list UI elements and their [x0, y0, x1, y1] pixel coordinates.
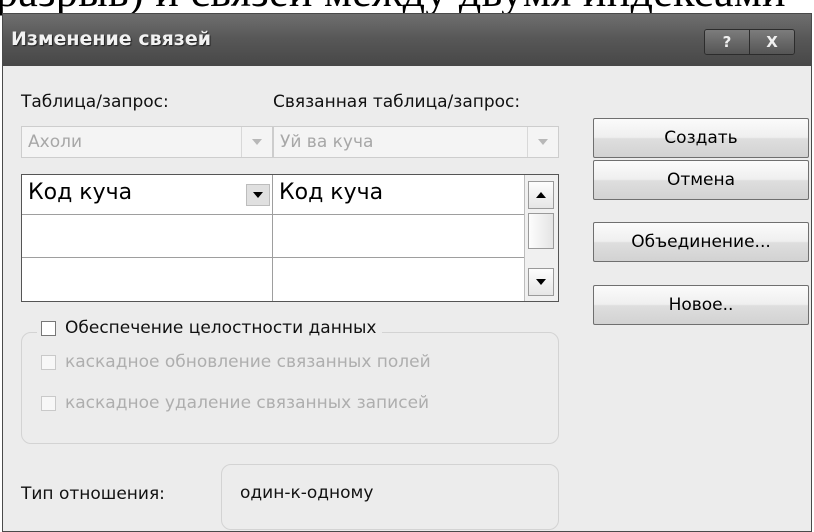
chevron-down-icon[interactable] — [246, 184, 270, 206]
enforce-integrity-checkbox[interactable]: Обеспечение целостности данных — [37, 316, 383, 340]
scroll-up-arrow-icon[interactable] — [528, 181, 554, 209]
help-button[interactable]: ? — [705, 30, 749, 54]
join-type-button[interactable]: Объединение... — [593, 222, 809, 262]
related-table-query-label: Связанная таблица/запрос: — [273, 92, 521, 112]
grid-cell-left[interactable] — [22, 258, 273, 301]
cascade-update-checkbox: каскадное обновление связанных полей — [41, 352, 431, 372]
scroll-thumb[interactable] — [528, 213, 554, 249]
grid-cell-left[interactable] — [22, 215, 273, 258]
table-query-label: Таблица/запрос: — [21, 92, 169, 112]
related-table-combo-value: Уй ва куча — [280, 132, 374, 152]
title-bar[interactable]: Изменение связей ? X — [3, 14, 811, 66]
grid-cell-right[interactable] — [273, 258, 525, 301]
enforce-integrity-label: Обеспечение целостности данных — [65, 318, 377, 338]
integrity-group — [21, 332, 559, 444]
relationship-type-label: Тип отношения: — [21, 484, 165, 504]
checkbox-box — [41, 395, 56, 411]
cascade-update-label: каскадное обновление связанных полей — [65, 352, 431, 372]
field-name: Код куча — [28, 180, 133, 205]
chevron-down-icon[interactable] — [241, 127, 272, 157]
grid-scrollbar[interactable] — [524, 175, 558, 301]
create-new-button[interactable]: Новое.. — [593, 285, 809, 325]
related-field-name: Код куча — [279, 180, 384, 205]
chevron-down-icon[interactable] — [527, 127, 558, 157]
cascade-delete-label: каскадное удаление связанных записей — [65, 393, 430, 413]
checkbox-box — [41, 354, 56, 370]
title-buttons: ? X — [704, 29, 795, 55]
close-button[interactable]: X — [749, 30, 794, 54]
create-button[interactable]: Создать — [593, 118, 809, 158]
grid-cell-right[interactable]: Код куча — [273, 175, 525, 215]
dialog-title: Изменение связей — [11, 28, 212, 50]
grid-cell-right[interactable] — [273, 215, 525, 258]
table-combo[interactable]: Ахоли — [21, 126, 273, 158]
field-mapping-grid: Код куча Код куча — [21, 174, 559, 302]
edit-relationships-dialog: Изменение связей ? X Таблица/запрос: Свя… — [2, 13, 812, 532]
related-table-combo[interactable]: Уй ва куча — [273, 126, 559, 158]
table-combo-value: Ахоли — [28, 132, 83, 152]
grid-cell-left[interactable]: Код куча — [22, 175, 273, 215]
cancel-button[interactable]: Отмена — [593, 160, 809, 200]
relationship-type-value: один-к-одному — [240, 483, 374, 503]
relationship-type-box: один-к-одному — [221, 464, 559, 530]
cascade-delete-checkbox: каскадное удаление связанных записей — [41, 393, 429, 413]
checkbox-box[interactable] — [41, 320, 56, 336]
scroll-down-arrow-icon[interactable] — [528, 268, 554, 296]
